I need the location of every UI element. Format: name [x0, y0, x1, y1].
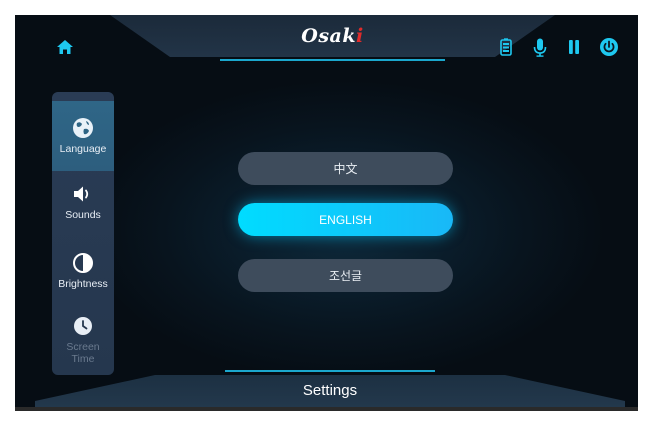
sidebar-item-language[interactable]: Language: [52, 101, 114, 171]
language-option-label: ENGLISH: [319, 212, 372, 227]
power-icon[interactable]: [599, 37, 619, 57]
language-option-label: 中文: [333, 162, 358, 176]
brand-logo: Osaki: [110, 25, 555, 47]
footer-banner: Settings: [35, 365, 625, 407]
speaker-icon: [72, 183, 94, 205]
brand-text: Osak: [301, 25, 356, 47]
settings-sidebar: Language Sounds Brightness Screen Time: [52, 92, 114, 375]
sidebar-item-label: Brightness: [58, 278, 108, 290]
sidebar-item-brightness[interactable]: Brightness: [52, 236, 114, 306]
sidebar-item-label: Sounds: [65, 209, 101, 221]
settings-screen: Osaki Language Sounds Brightness Screen …: [15, 15, 638, 407]
brand-dot-letter: i: [356, 25, 364, 47]
pause-icon[interactable]: [564, 37, 584, 57]
footer-title: Settings: [302, 382, 358, 399]
sidebar-item-label-line2: Time: [71, 353, 95, 365]
clock-icon: [72, 315, 94, 337]
sidebar-item-sounds[interactable]: Sounds: [52, 167, 114, 237]
language-option-label: 조선글: [328, 269, 363, 283]
device-frame: Osaki Language Sounds Brightness Screen …: [15, 15, 638, 411]
globe-icon: [72, 117, 94, 139]
header-banner: Osaki: [110, 15, 555, 63]
language-option-korean[interactable]: 조선글: [238, 259, 453, 292]
language-option-english[interactable]: ENGLISH: [238, 203, 453, 236]
sidebar-item-label: Screen: [66, 341, 100, 353]
sidebar-item-label: Language: [59, 143, 107, 155]
microphone-icon[interactable]: [530, 37, 550, 57]
language-option-chinese[interactable]: 中文: [238, 152, 453, 185]
battery-icon: [496, 37, 516, 57]
home-icon[interactable]: [55, 37, 75, 57]
brightness-icon: [72, 252, 94, 274]
